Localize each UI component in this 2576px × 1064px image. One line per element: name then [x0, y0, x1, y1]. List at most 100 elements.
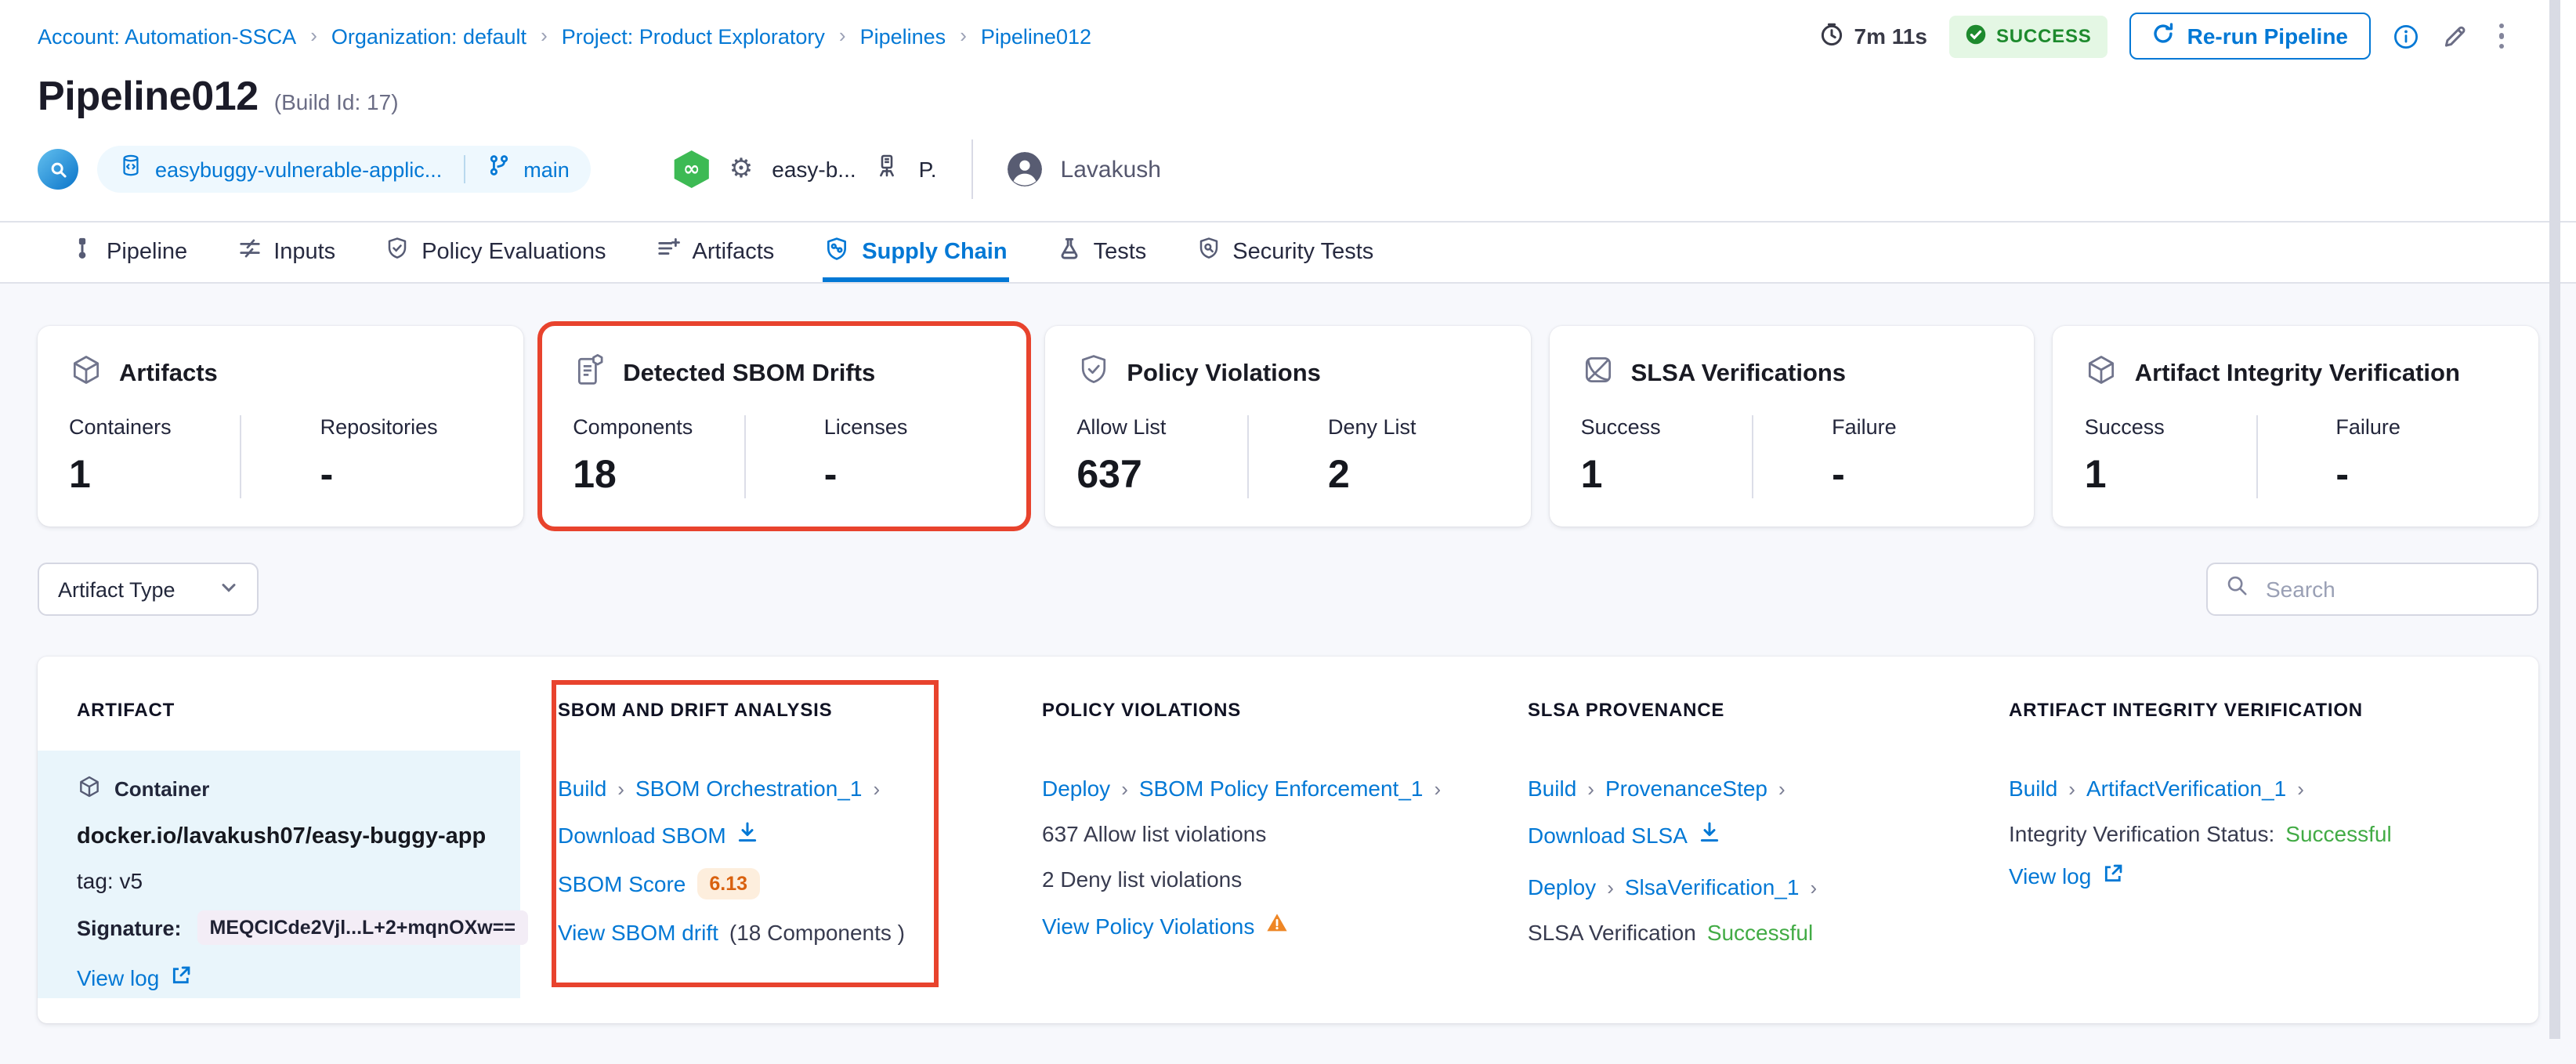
- vertical-scrollbar[interactable]: [2549, 0, 2560, 1039]
- chevron-right-icon: ›: [617, 776, 624, 800]
- slsa-icon: [1581, 353, 1615, 395]
- deny-list-count: 2: [1328, 453, 1500, 498]
- slsa-provenance-cell: Build › ProvenanceStep › Download SLSA D…: [1490, 751, 1971, 998]
- divider: [1752, 415, 1753, 498]
- drift-component-count: (18 Components ): [729, 920, 905, 945]
- slsa-verification-status: Successful: [1707, 920, 1813, 945]
- divider: [971, 139, 973, 199]
- branch-name[interactable]: main: [523, 157, 570, 181]
- view-log-link[interactable]: View log: [2009, 863, 2091, 888]
- breadcrumb-pipelines[interactable]: Pipelines: [860, 24, 946, 48]
- trigger-text: easy-b...: [772, 157, 856, 182]
- card-artifacts: Artifacts Containers1 Repositories-: [38, 326, 523, 527]
- stage-link[interactable]: Build: [2009, 776, 2057, 801]
- view-policy-violations-link[interactable]: View Policy Violations: [1042, 913, 1254, 938]
- breadcrumb-account[interactable]: Account: Automation-SSCA: [38, 24, 296, 48]
- tab-policy-evaluations[interactable]: Policy Evaluations: [384, 223, 607, 282]
- rerun-pipeline-button[interactable]: Re-run Pipeline: [2129, 13, 2370, 60]
- info-icon[interactable]: [2392, 23, 2419, 49]
- sbom-score-link[interactable]: SBOM Score: [558, 871, 686, 896]
- card-policy-violations: Policy Violations Allow List637 Deny Lis…: [1045, 326, 1530, 527]
- edit-pencil-icon[interactable]: [2440, 23, 2467, 49]
- harness-ci-icon: ∞: [673, 150, 711, 188]
- chevron-right-icon: ›: [2297, 776, 2304, 800]
- step-link[interactable]: SBOM Orchestration_1: [635, 776, 862, 801]
- shield-search-icon: [1196, 237, 1220, 266]
- chevron-down-icon: [219, 577, 238, 601]
- meta-row: easybuggy-vulnerable-applic... main ∞ ⚙ …: [0, 121, 2576, 221]
- search-icon: [2225, 574, 2249, 605]
- chevron-right-icon: ›: [2068, 776, 2075, 800]
- download-sbom-link[interactable]: Download SBOM: [558, 822, 726, 847]
- tab-supply-chain[interactable]: Supply Chain: [823, 223, 1008, 282]
- tab-tests[interactable]: Tests: [1056, 223, 1149, 282]
- step-link[interactable]: SBOM Policy Enforcement_1: [1139, 776, 1424, 801]
- view-log-link[interactable]: View log: [77, 965, 159, 990]
- shield-check-icon: [1076, 353, 1111, 395]
- clock-icon: [1820, 21, 1845, 51]
- slsa-success-count: 1: [1581, 453, 1753, 498]
- tab-pipeline[interactable]: Pipeline: [69, 223, 189, 282]
- tab-inputs[interactable]: Inputs: [236, 223, 337, 282]
- more-options-menu-icon[interactable]: [2489, 20, 2513, 52]
- stage-link[interactable]: Deploy: [1528, 874, 1596, 899]
- chevron-right-icon: ›: [1434, 776, 1441, 800]
- integrity-failure-count: -: [2335, 453, 2507, 498]
- breadcrumb-organization[interactable]: Organization: default: [331, 24, 526, 48]
- refresh-icon: [2151, 22, 2175, 50]
- chevron-right-icon: ›: [960, 23, 967, 46]
- chevron-right-icon: ›: [310, 23, 317, 46]
- column-header-artifact: ARTIFACT: [38, 657, 520, 751]
- column-header-sbom: SBOM AND DRIFT ANALYSIS: [520, 657, 1004, 751]
- repo-chip[interactable]: easybuggy-vulnerable-applic... main: [97, 146, 592, 193]
- signature-value: MEQCICde2Vjl...L+2+mqnOXw==: [197, 910, 528, 945]
- external-link-icon[interactable]: [170, 965, 190, 990]
- download-icon[interactable]: [1699, 821, 1720, 848]
- sbom-score-badge: 6.13: [696, 868, 760, 899]
- step-link[interactable]: ArtifactVerification_1: [2086, 776, 2286, 801]
- tab-artifacts[interactable]: Artifacts: [655, 223, 776, 282]
- view-sbom-drift-link[interactable]: View SBOM drift: [558, 920, 718, 945]
- branch-icon: [487, 154, 511, 185]
- status-badge: SUCCESS: [1949, 15, 2107, 57]
- step-link[interactable]: SlsaVerification_1: [1625, 874, 1800, 899]
- breadcrumb-pipeline012[interactable]: Pipeline012: [981, 24, 1091, 48]
- column-header-policy: POLICY VIOLATIONS: [1004, 657, 1490, 751]
- artifact-integrity-cell: Build › ArtifactVerification_1 › Integri…: [1971, 751, 2538, 998]
- chevron-right-icon: ›: [1810, 875, 1817, 899]
- integrity-success-count: 1: [2085, 453, 2256, 498]
- artifacts-table: ARTIFACT SBOM AND DRIFT ANALYSIS POLICY …: [38, 657, 2538, 1023]
- column-header-slsa: SLSA PROVENANCE: [1490, 657, 1971, 751]
- stage-link[interactable]: Build: [558, 776, 606, 801]
- shield-check-icon: [385, 237, 409, 266]
- breadcrumb-project[interactable]: Project: Product Exploratory: [562, 24, 825, 48]
- allow-list-count: 637: [1076, 453, 1248, 498]
- search-box[interactable]: [2206, 563, 2538, 616]
- table-row: Container docker.io/lavakush07/easy-bugg…: [38, 751, 2538, 998]
- search-input[interactable]: [2263, 575, 2520, 603]
- gear-icon: ⚙: [729, 156, 754, 183]
- cube-icon: [77, 774, 102, 804]
- cube-icon: [69, 353, 103, 395]
- artifact-cell: Container docker.io/lavakush07/easy-bugg…: [38, 751, 520, 998]
- chevron-right-icon: ›: [541, 23, 548, 46]
- artifact-type-dropdown[interactable]: Artifact Type: [38, 563, 259, 616]
- chevron-right-icon: ›: [1778, 776, 1785, 800]
- artifact-tag: tag: v5: [77, 868, 495, 893]
- stage-link[interactable]: Build: [1528, 776, 1576, 801]
- warning-icon: [1265, 912, 1287, 939]
- page-title: Pipeline012: [38, 72, 259, 121]
- repo-name[interactable]: easybuggy-vulnerable-applic...: [155, 157, 442, 181]
- external-link-icon[interactable]: [2102, 863, 2122, 888]
- filter-row: Artifact Type: [38, 563, 2538, 616]
- slsa-failure-count: -: [1832, 453, 2003, 498]
- tab-security-tests[interactable]: Security Tests: [1195, 223, 1375, 282]
- user-avatar: [1008, 152, 1042, 186]
- artifact-type-label: Container: [114, 777, 209, 801]
- stage-link[interactable]: Deploy: [1042, 776, 1110, 801]
- download-slsa-link[interactable]: Download SLSA: [1528, 822, 1688, 847]
- divider: [464, 155, 465, 183]
- step-link[interactable]: ProvenanceStep: [1605, 776, 1767, 801]
- download-icon[interactable]: [737, 821, 759, 848]
- chevron-right-icon: ›: [839, 23, 846, 46]
